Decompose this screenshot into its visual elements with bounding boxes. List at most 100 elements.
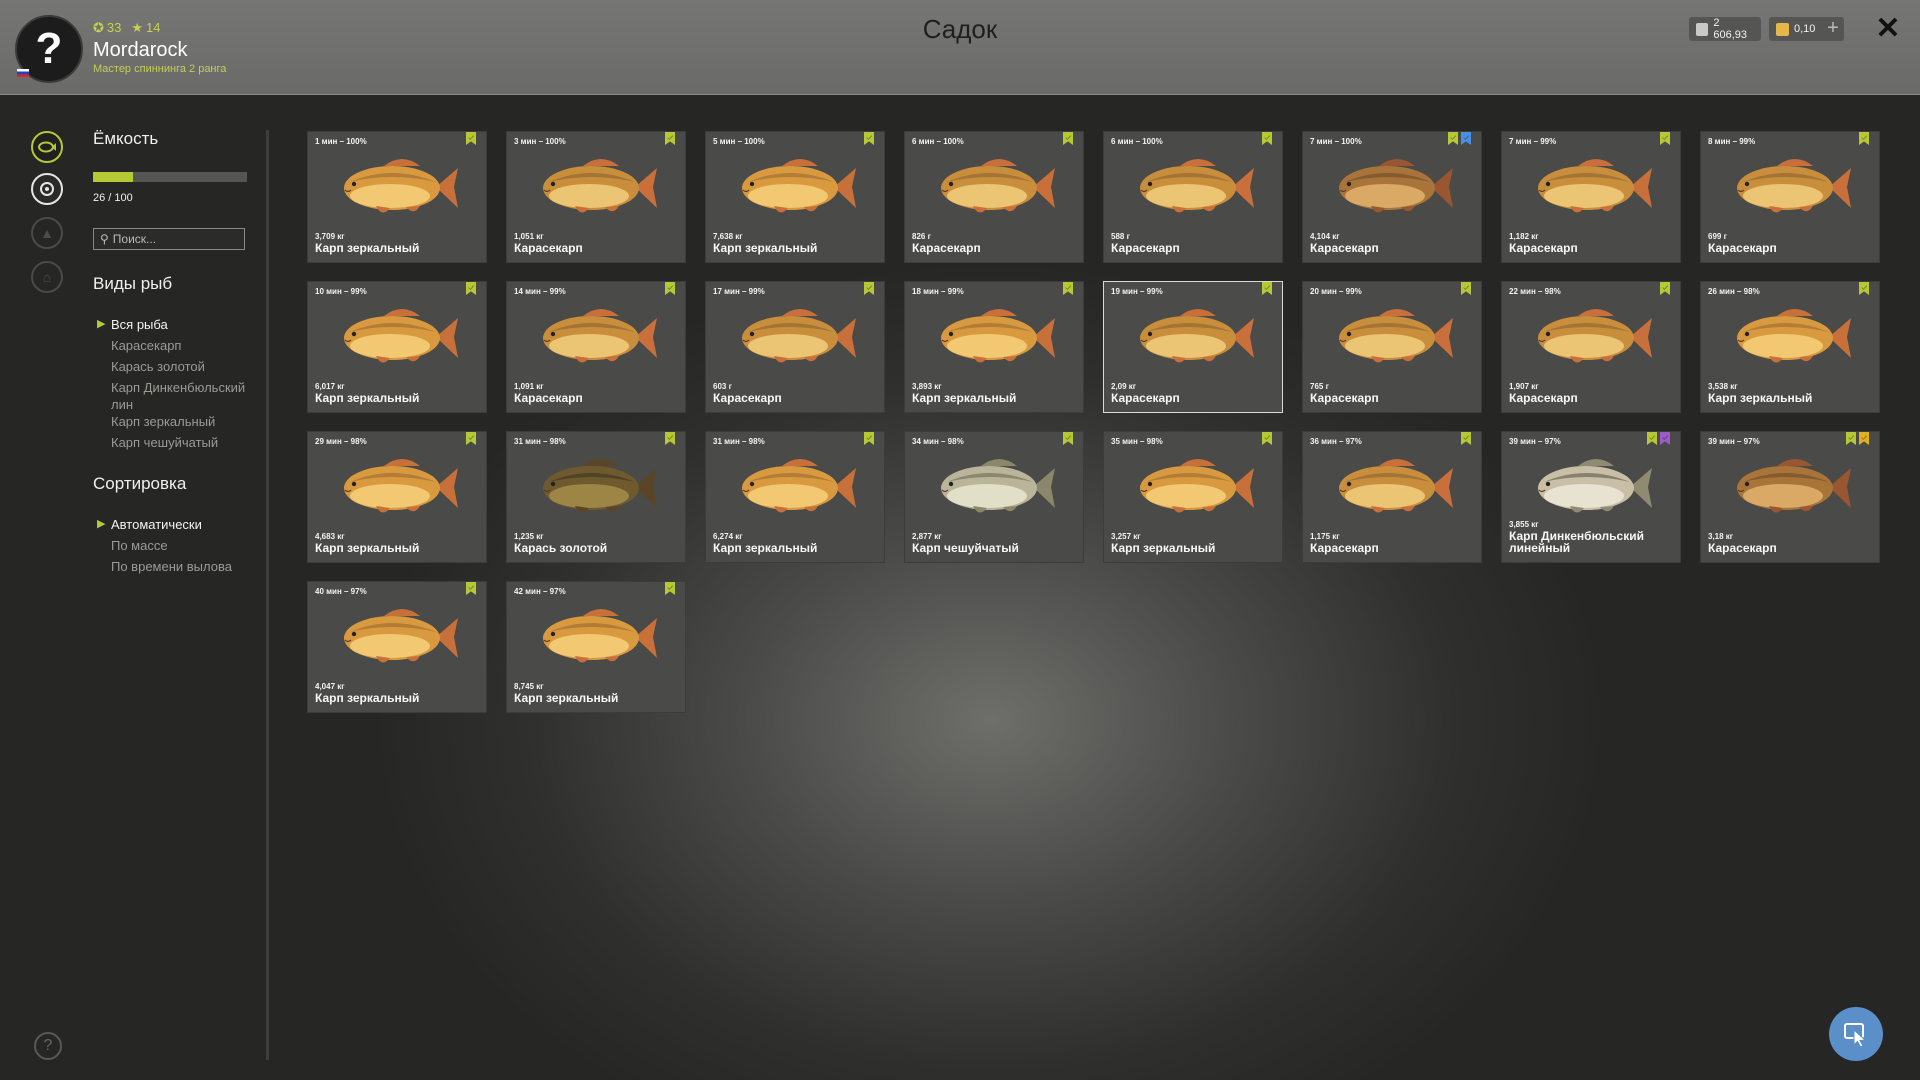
card-tags [1063,282,1073,295]
fish-card[interactable]: 22 мин – 98% 1,907 кг Карасекарп [1501,281,1681,413]
bookmark-icon[interactable] [665,582,675,595]
type-filter-scaly-carp[interactable]: Карп чешуйчатый [111,434,261,451]
fish-card[interactable]: 29 мин – 98% 4,683 кг Карп зеркальный [307,431,487,563]
fish-name: Карасекарп [713,391,782,405]
fish-card[interactable]: 39 мин – 97% 3,18 кг Карасекарп [1700,431,1880,563]
fish-image-icon [941,159,1055,213]
fish-weight: 3,855 кг [1509,520,1539,529]
type-filter-all[interactable]: ▶ Вся рыба [97,316,261,333]
fish-name: Карп зеркальный [315,391,420,405]
fish-card[interactable]: 17 мин – 99% 603 г Карасекарп [705,281,885,413]
sort-by-time[interactable]: По времени вылова [111,558,261,575]
fish-name: Карп зеркальный [315,241,420,255]
fire-icon[interactable]: ▲ [31,217,63,249]
trophy-icon[interactable] [31,173,63,205]
card-tags [1262,282,1272,295]
bookmark-icon[interactable] [1063,132,1073,145]
help-icon[interactable]: ? [34,1032,62,1060]
card-tags [1660,282,1670,295]
fish-card[interactable]: 39 мин – 97% 3,855 кг Карп Динкенбюльский … [1501,431,1681,563]
bookmark-icon[interactable] [864,132,874,145]
bookmark-icon[interactable] [1063,282,1073,295]
keepnet-fish-icon[interactable] [31,131,63,163]
bookmark-icon[interactable] [864,432,874,445]
bookmark-icon[interactable] [1461,132,1471,145]
bookmark-icon[interactable] [1063,432,1073,445]
add-currency-button[interactable]: + [1822,17,1844,41]
fish-card[interactable]: 8 мин – 99% 699 г Карасекарп [1700,131,1880,263]
fish-card[interactable]: 19 мин – 99% 2,09 кг Карасекарп [1103,281,1283,413]
fish-icon [38,141,56,153]
sort-auto[interactable]: ▶ Автоматически [97,516,261,533]
bookmark-icon[interactable] [864,282,874,295]
catch-time: 26 мин – 98% [1708,287,1760,296]
fish-card[interactable]: 6 мин – 100% 588 г Карасекарп [1103,131,1283,263]
fish-name: Карасекарп [1509,391,1578,405]
fish-card[interactable]: 20 мин – 99% 765 г Карасекарп [1302,281,1482,413]
type-filter-dinkelsbuhl[interactable]: Карп Динкенбюльский лин [111,379,256,413]
bookmark-icon[interactable] [1660,432,1670,445]
fish-card[interactable]: 40 мин – 97% 4,047 кг Карп зеркальный [307,581,487,713]
card-tags [1859,132,1869,145]
type-filter-crucian-carp[interactable]: Карасекарп [111,337,261,354]
fish-card[interactable]: 35 мин – 98% 3,257 кг Карп зеркальный [1103,431,1283,563]
bookmark-icon[interactable] [1859,282,1869,295]
cursor-mode-button[interactable] [1829,1007,1883,1061]
fish-image-icon [344,609,458,663]
search-icon: ⚲ [100,232,109,246]
bookmark-icon[interactable] [665,432,675,445]
bookmark-icon[interactable] [466,282,476,295]
selected-arrow-icon: ▶ [97,518,106,530]
card-tags [1262,132,1272,145]
fish-card[interactable]: 7 мин – 99% 1,182 кг Карасекарп [1501,131,1681,263]
bookmark-icon[interactable] [1461,282,1471,295]
fish-image-icon [543,459,657,513]
bookmark-icon[interactable] [466,132,476,145]
card-tags [864,432,874,445]
type-filter-goldfish[interactable]: Карась золотой [111,358,261,375]
fish-card[interactable]: 1 мин – 100% 3,709 кг Карп зеркальный [307,131,487,263]
bookmark-icon[interactable] [1660,282,1670,295]
search-input[interactable]: ⚲ Поиск... [93,228,245,250]
close-button[interactable]: ✕ [1873,11,1903,47]
bookmark-icon[interactable] [1859,432,1869,445]
fish-weight: 4,683 кг [315,532,345,541]
bookmark-icon[interactable] [466,582,476,595]
bookmark-icon[interactable] [1262,132,1272,145]
home-icon[interactable]: ⌂ [31,261,63,293]
fish-card[interactable]: 26 мин – 98% 3,538 кг Карп зеркальный [1700,281,1880,413]
fish-card[interactable]: 31 мин – 98% 1,235 кг Карась золотой [506,431,686,563]
bookmark-icon[interactable] [1262,282,1272,295]
card-tags [1859,282,1869,295]
bookmark-icon[interactable] [665,282,675,295]
fish-card[interactable]: 31 мин – 98% 6,274 кг Карп зеркальный [705,431,885,563]
fish-image-icon [1737,459,1851,513]
bookmark-icon[interactable] [1448,132,1458,145]
fish-card[interactable]: 14 мин – 99% 1,091 кг Карасекарп [506,281,686,413]
fish-card[interactable]: 18 мин – 99% 3,893 кг Карп зеркальный [904,281,1084,413]
bookmark-icon[interactable] [665,132,675,145]
fish-image-icon [1538,159,1652,213]
card-tags [1660,132,1670,145]
card-tags [1647,432,1670,445]
fish-card[interactable]: 5 мин – 100% 7,638 кг Карп зеркальный [705,131,885,263]
catch-time: 8 мин – 99% [1708,137,1756,146]
type-filter-mirror-carp[interactable]: Карп зеркальный [111,413,261,430]
type-label: Карп чешуйчатый [111,435,219,450]
fish-card[interactable]: 6 мин – 100% 826 г Карасекарп [904,131,1084,263]
bookmark-icon[interactable] [1647,432,1657,445]
bookmark-icon[interactable] [1846,432,1856,445]
sort-label: По времени вылова [111,559,232,574]
sort-by-weight[interactable]: По массе [111,537,261,554]
fish-card[interactable]: 42 мин – 97% 8,745 кг Карп зеркальный [506,581,686,713]
bookmark-icon[interactable] [466,432,476,445]
bookmark-icon[interactable] [1660,132,1670,145]
fish-card[interactable]: 7 мин – 100% 4,104 кг Карасекарп [1302,131,1482,263]
bookmark-icon[interactable] [1461,432,1471,445]
fish-card[interactable]: 3 мин – 100% 1,051 кг Карасекарп [506,131,686,263]
fish-card[interactable]: 10 мин – 99% 6,017 кг Карп зеркальный [307,281,487,413]
bookmark-icon[interactable] [1859,132,1869,145]
fish-card[interactable]: 34 мин – 98% 2,877 кг Карп чешуйчатый [904,431,1084,563]
fish-card[interactable]: 36 мин – 97% 1,175 кг Карасекарп [1302,431,1482,563]
bookmark-icon[interactable] [1262,432,1272,445]
